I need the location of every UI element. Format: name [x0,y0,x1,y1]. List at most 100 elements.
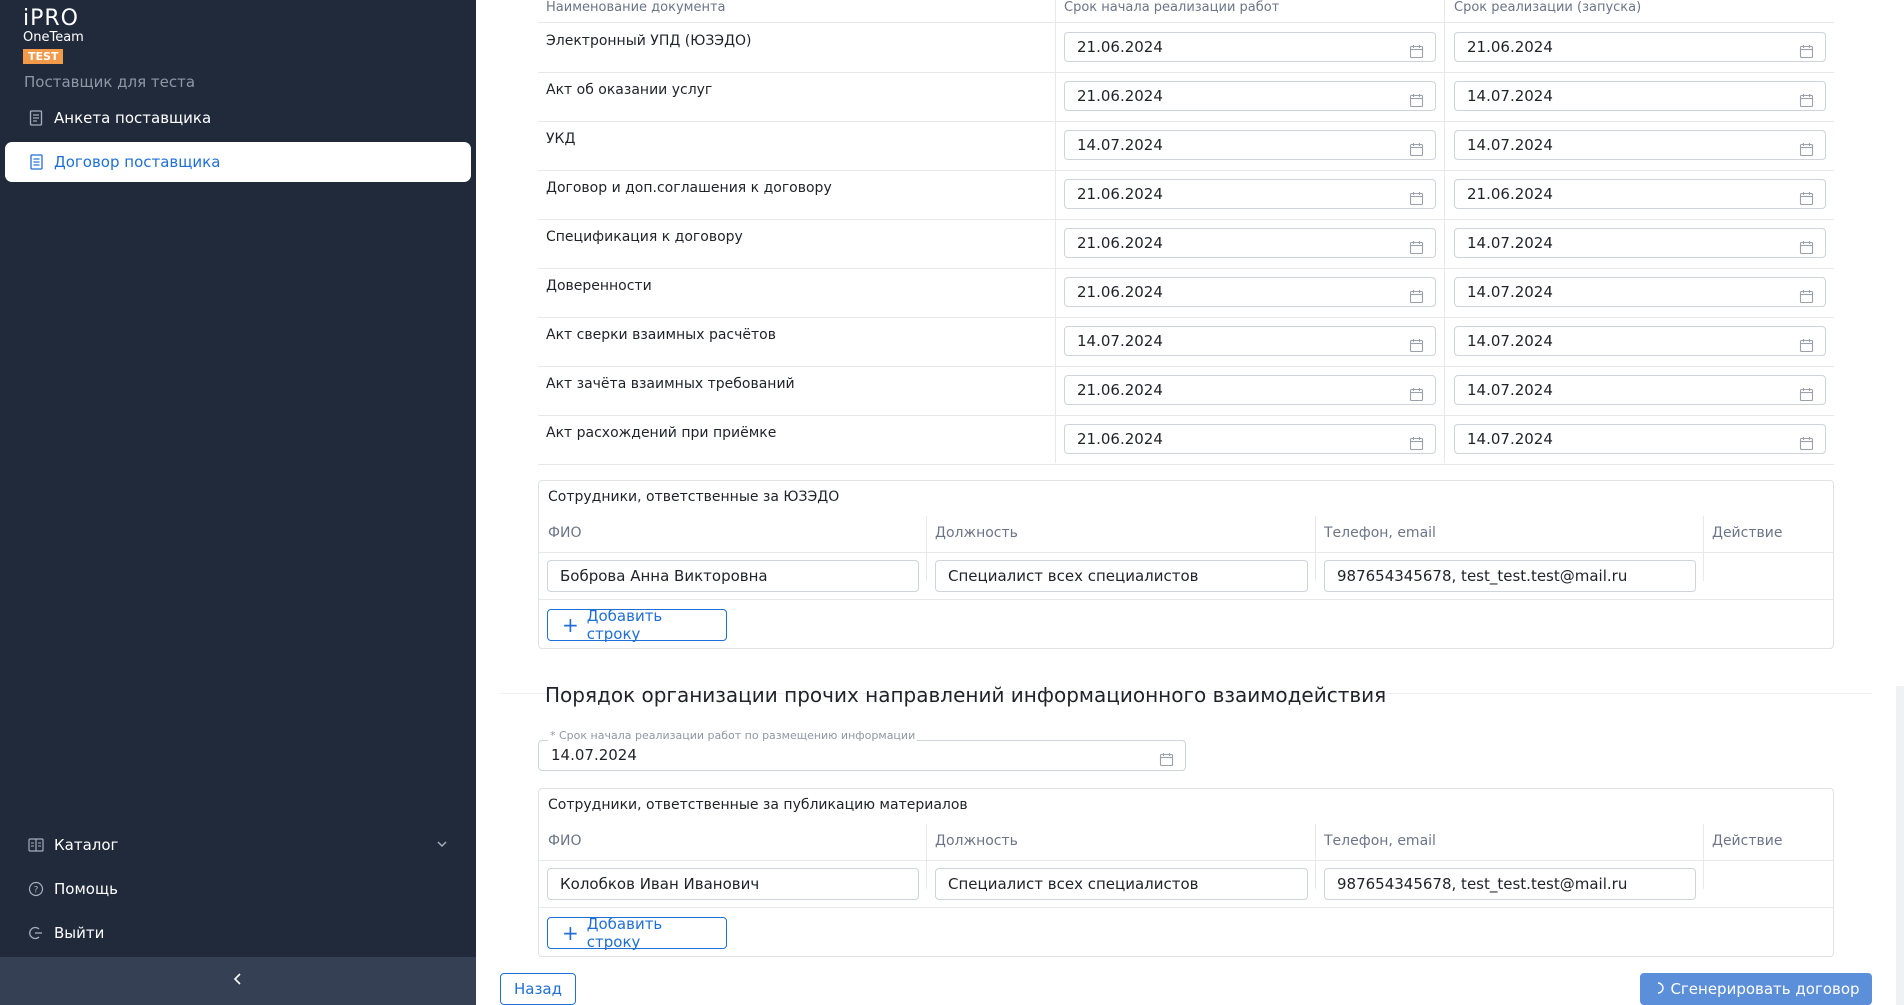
column-header-action: Действие [1712,525,1783,541]
start-date-input[interactable]: 21.06.2024 [1064,424,1436,454]
date-value: 21.06.2024 [1467,38,1553,56]
column-header-fio: ФИО [548,833,582,849]
fio-input[interactable]: Колобков Иван Иванович [547,868,919,900]
calendar-icon[interactable] [1409,285,1424,313]
contact-input[interactable]: 987654345678, test_test.test@mail.ru [1324,560,1696,592]
add-row-button[interactable]: + Добавить строку [547,607,727,643]
supplier-name: Поставщик для теста [24,73,196,91]
loading-spinner-icon [1652,980,1665,998]
calendar-icon[interactable] [1799,432,1814,460]
start-date-input[interactable]: 21.06.2024 [1064,81,1436,111]
document-name: УКД [546,131,576,147]
document-name: Доверенности [546,278,652,294]
row-divider [539,599,1833,600]
sidebar-item-supplier-form[interactable]: Анкета поставщика [5,98,471,138]
date-value: 14.07.2024 [1077,136,1163,154]
date-value: 14.07.2024 [1077,332,1163,350]
document-name: Электронный УПД (ЮЗЭДО) [546,33,752,49]
launch-date-input[interactable]: 14.07.2024 [1454,424,1826,454]
sidebar-item-supplier-contract[interactable]: Договор поставщика [5,142,471,182]
calendar-icon[interactable] [1409,138,1424,166]
column-header-contact: Телефон, email [1324,525,1436,541]
position-input[interactable]: Специалист всех специалистов [935,868,1308,900]
calendar-icon[interactable] [1409,236,1424,264]
svg-text:?: ? [34,886,39,896]
sidebar-item-label: Анкета поставщика [54,109,212,127]
calendar-icon[interactable] [1799,138,1814,166]
add-row-button[interactable]: + Добавить строку [547,915,727,951]
start-date-input[interactable]: 14.07.2024 [1064,326,1436,356]
calendar-icon[interactable] [1409,187,1424,215]
column-divider [1703,824,1704,889]
date-value: 14.07.2024 [1467,87,1553,105]
calendar-icon[interactable] [1799,89,1814,117]
panel-title: Сотрудники, ответственные за публикацию … [548,797,968,813]
sidebar-item-label: Каталог [54,836,119,854]
publication-responsible-panel: Сотрудники, ответственные за публикацию … [538,788,1834,957]
launch-date-input[interactable]: 14.07.2024 [1454,375,1826,405]
document-name: Акт зачёта взаимных требований [546,376,795,392]
sidebar-collapse-button[interactable] [0,957,476,1005]
calendar-icon[interactable] [1409,40,1424,68]
column-divider [1315,516,1316,581]
date-value: 21.06.2024 [1077,234,1163,252]
date-value: 14.07.2024 [1467,283,1553,301]
date-value: 14.07.2024 [1467,430,1553,448]
sidebar-item-help[interactable]: ? Помощь [5,869,471,909]
generate-contract-button[interactable]: Сгенерировать договор [1640,973,1872,1005]
env-badge: TEST [23,49,64,64]
sidebar-item-logout[interactable]: Выйти [5,913,471,953]
sidebar-item-catalog[interactable]: Каталог [5,825,471,865]
start-date-input[interactable]: 14.07.2024 [1064,130,1436,160]
calendar-icon[interactable] [1409,432,1424,460]
section-title-other: Порядок организации прочих направлений и… [545,683,1387,707]
launch-date-input[interactable]: 14.07.2024 [1454,81,1826,111]
date-value: 14.07.2024 [1467,332,1553,350]
calendar-icon[interactable] [1799,40,1814,68]
scrollbar[interactable] [1896,686,1904,1005]
fio-input[interactable]: Боброва Анна Викторовна [547,560,919,592]
back-button[interactable]: Назад [500,973,576,1005]
date-value: 14.07.2024 [551,746,637,764]
launch-date-input[interactable]: 14.07.2024 [1454,326,1826,356]
document-name: Акт об оказании услуг [546,82,713,98]
publication-start-date-input[interactable]: 14.07.2024 [538,740,1186,771]
column-divider [926,824,927,889]
start-date-input[interactable]: 21.06.2024 [1064,179,1436,209]
calendar-icon[interactable] [1799,187,1814,215]
logout-icon [27,924,45,942]
column-divider [1703,516,1704,581]
date-value: 14.07.2024 [1467,381,1553,399]
calendar-icon[interactable] [1799,285,1814,313]
column-header-fio: ФИО [548,525,582,541]
header-divider [539,860,1833,861]
sidebar-item-label: Помощь [54,880,118,898]
position-input[interactable]: Специалист всех специалистов [935,560,1308,592]
contact-input[interactable]: 987654345678, test_test.test@mail.ru [1324,868,1696,900]
calendar-icon[interactable] [1409,334,1424,362]
date-value: 21.06.2024 [1077,38,1163,56]
launch-date-input[interactable]: 21.06.2024 [1454,32,1826,62]
document-icon [27,153,45,171]
launch-date-input[interactable]: 14.07.2024 [1454,228,1826,258]
calendar-icon[interactable] [1799,236,1814,264]
calendar-icon[interactable] [1159,748,1174,776]
launch-date-input[interactable]: 14.07.2024 [1454,130,1826,160]
logo: iPRO OneTeam TEST [23,8,84,64]
start-date-input[interactable]: 21.06.2024 [1064,228,1436,258]
add-row-label: Добавить строку [586,915,663,951]
chevron-down-icon[interactable] [435,837,449,855]
calendar-icon[interactable] [1409,383,1424,411]
sidebar-item-label: Выйти [54,924,105,942]
logo-title: iPRO [23,6,79,31]
sidebar: iPRO OneTeam TEST Поставщик для теста Ан… [0,0,476,1005]
start-date-input[interactable]: 21.06.2024 [1064,32,1436,62]
launch-date-input[interactable]: 21.06.2024 [1454,179,1826,209]
calendar-icon[interactable] [1409,89,1424,117]
start-date-input[interactable]: 21.06.2024 [1064,375,1436,405]
start-date-input[interactable]: 21.06.2024 [1064,277,1436,307]
calendar-icon[interactable] [1799,334,1814,362]
launch-date-input[interactable]: 14.07.2024 [1454,277,1826,307]
calendar-icon[interactable] [1799,383,1814,411]
help-icon: ? [27,880,45,898]
